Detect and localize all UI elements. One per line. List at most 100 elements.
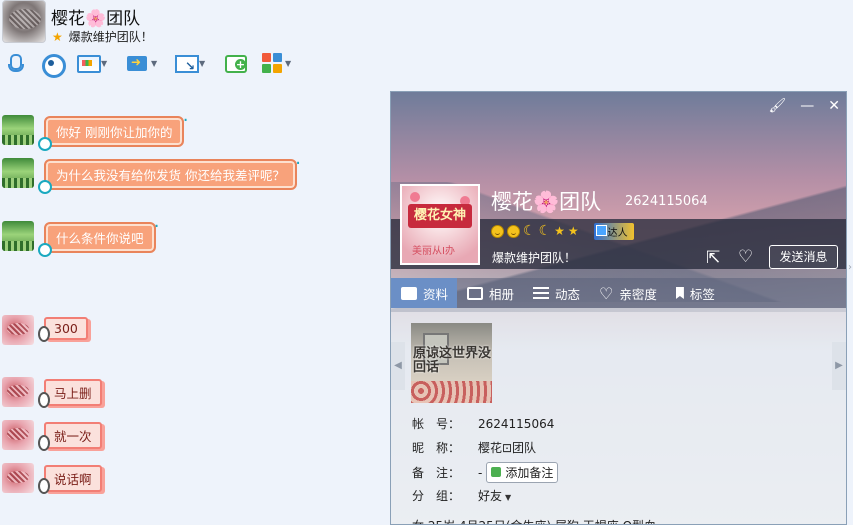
field-account: 帐 号： 2624115064 — [412, 415, 554, 432]
field-value: - — [478, 465, 483, 480]
group-avatar[interactable] — [2, 0, 46, 43]
next-photo-button[interactable]: ▶ — [832, 342, 846, 390]
chevron-down-icon: ▼ — [285, 58, 292, 68]
chevron-down-icon: ▼ — [199, 58, 206, 68]
field-nickname: 昵 称： 樱花⊡团队 — [412, 439, 536, 456]
moon-level-icon: ☾ — [538, 223, 552, 239]
chat-subtitle: ★ 爆款维护团队！ — [52, 28, 153, 45]
profile-name: 樱花🌸团队 — [491, 186, 601, 216]
thumb-text: 原谅这世界没回话 — [413, 346, 492, 375]
minimize-icon[interactable]: — — [800, 98, 814, 114]
star-level-icon: ★ — [567, 224, 579, 238]
field-label: 昵 称： — [412, 441, 461, 455]
chevron-down-icon: ▼ — [151, 58, 158, 68]
field-label: 帐 号： — [412, 417, 461, 431]
album-icon — [467, 286, 484, 300]
voice-call-button[interactable] — [0, 49, 30, 77]
profile-tabs: 资料 相册 动态 ♡ 亲密度 标签 — [391, 278, 846, 308]
chat-title: 樱花🌸团队 — [51, 4, 140, 29]
thumb-roses — [411, 381, 492, 403]
bookmark-icon — [675, 287, 684, 299]
profile-photo[interactable]: 樱花女神 美丽从I办 — [400, 184, 480, 265]
tab-label: 相册 — [489, 286, 515, 302]
tab-tags[interactable]: 标签 — [666, 278, 724, 308]
title-text-1: 樱花 — [51, 9, 85, 29]
group-select[interactable]: 好友 ▼ — [478, 487, 511, 504]
sender-avatar[interactable] — [2, 158, 34, 188]
subtitle-text: 爆款维护团队！ — [68, 30, 153, 44]
remote-assist-icon — [174, 52, 199, 74]
star-icon: ★ — [52, 29, 63, 44]
moon-level-icon: ☾ — [523, 223, 536, 239]
message-row: 说话啊 — [0, 463, 102, 494]
create-chat-button[interactable] — [224, 49, 262, 77]
message-bubble[interactable]: 说话啊 — [38, 465, 102, 494]
send-file-icon — [126, 52, 148, 74]
tab-album[interactable]: 相册 — [457, 278, 523, 308]
tab-profile[interactable]: 资料 — [391, 278, 458, 308]
message-row: 为什么我没有给你发货 你还给我差评呢？ — [0, 153, 301, 194]
sun-level-icon — [507, 225, 520, 238]
profile-details-row: 女 25岁 4月25日(金牛座) 属狗 天蝎座 O型血 — [412, 517, 656, 524]
chevron-down-icon: ▼ — [101, 58, 108, 68]
heart-outline-icon: ♡ — [599, 283, 614, 303]
send-file-button[interactable]: ▼ — [124, 49, 174, 77]
message-bubble[interactable]: 为什么我没有给你发货 你还给我差评呢？ — [38, 153, 301, 194]
daren-badge[interactable]: 达人 — [593, 223, 634, 240]
tab-label: 标签 — [689, 286, 715, 302]
tab-label: 资料 — [423, 286, 449, 302]
sender-avatar[interactable] — [2, 115, 34, 145]
chevron-right-icon[interactable]: › — [848, 262, 852, 273]
add-remark-button[interactable]: 添加备注 — [486, 462, 559, 483]
title-text-2: 团队 — [106, 9, 141, 29]
sender-avatar[interactable] — [2, 463, 34, 493]
tab-intimacy[interactable]: ♡ 亲密度 — [589, 278, 666, 308]
tab-feed[interactable]: 动态 — [523, 278, 589, 308]
tab-label: 动态 — [555, 286, 581, 302]
apps-button[interactable]: ▼ — [262, 49, 306, 77]
name-text-2: 团队 — [559, 190, 602, 214]
tab-label: 亲密度 — [619, 286, 657, 302]
message-bubble[interactable]: 马上删 — [38, 379, 102, 408]
message-row: 马上删 — [0, 377, 102, 408]
field-value: 2624115064 — [478, 416, 555, 431]
sender-avatar[interactable] — [2, 377, 34, 407]
photo-tag: 美丽从I办 — [412, 246, 455, 257]
heart-add-icon[interactable]: ♡ — [738, 247, 753, 267]
message-bubble[interactable]: 什么条件你说吧 — [38, 216, 159, 257]
message-bubble[interactable]: 就一次 — [38, 422, 102, 451]
name-text-1: 樱花 — [491, 190, 533, 214]
level-badges[interactable]: ☾ ☾ ★ ★ 达人 — [491, 223, 634, 240]
sender-avatar[interactable] — [2, 221, 34, 251]
field-remark: 备 注： - 添加备注 — [412, 462, 559, 483]
message-row: 就一次 — [0, 420, 102, 451]
sender-avatar[interactable] — [2, 420, 34, 450]
screen-share-icon — [76, 52, 101, 74]
message-bubble[interactable]: 300 — [38, 317, 88, 342]
profile-card-icon — [401, 286, 417, 300]
screen-share-button[interactable]: ▼ — [74, 49, 124, 77]
message-row: 300 — [0, 315, 88, 345]
prev-photo-button[interactable]: ◀ — [391, 342, 405, 390]
apps-icon — [262, 53, 282, 73]
skin-brush-icon[interactable]: 🖌 — [768, 98, 786, 114]
camera-icon — [40, 52, 66, 78]
sender-avatar[interactable] — [2, 315, 34, 345]
close-icon[interactable]: ✕ — [828, 98, 840, 114]
message-row: 什么条件你说吧 — [0, 216, 159, 257]
qq-number: 2624115064 — [625, 194, 708, 209]
remote-assist-button[interactable]: ▼ — [174, 49, 224, 77]
video-call-button[interactable] — [30, 49, 74, 78]
star-level-icon: ★ — [554, 224, 565, 238]
sun-level-icon — [491, 225, 504, 238]
photo-wall-thumbnail[interactable]: 原谅这世界没回话 — [411, 323, 492, 403]
group-value: 好友 — [478, 489, 503, 503]
feed-list-icon — [533, 286, 550, 300]
field-group: 分 组： 好友 ▼ — [412, 487, 511, 504]
photo-banner: 樱花女神 — [408, 204, 472, 228]
chat-toolbar: ▼ ▼ ▼ ▼ — [0, 48, 306, 78]
microphone-icon — [3, 52, 25, 74]
share-icon[interactable]: ⇱ — [706, 248, 720, 268]
send-message-button[interactable]: 发送消息 — [769, 245, 838, 269]
message-bubble[interactable]: 你好 刚刚你让加你的 — [37, 110, 189, 151]
